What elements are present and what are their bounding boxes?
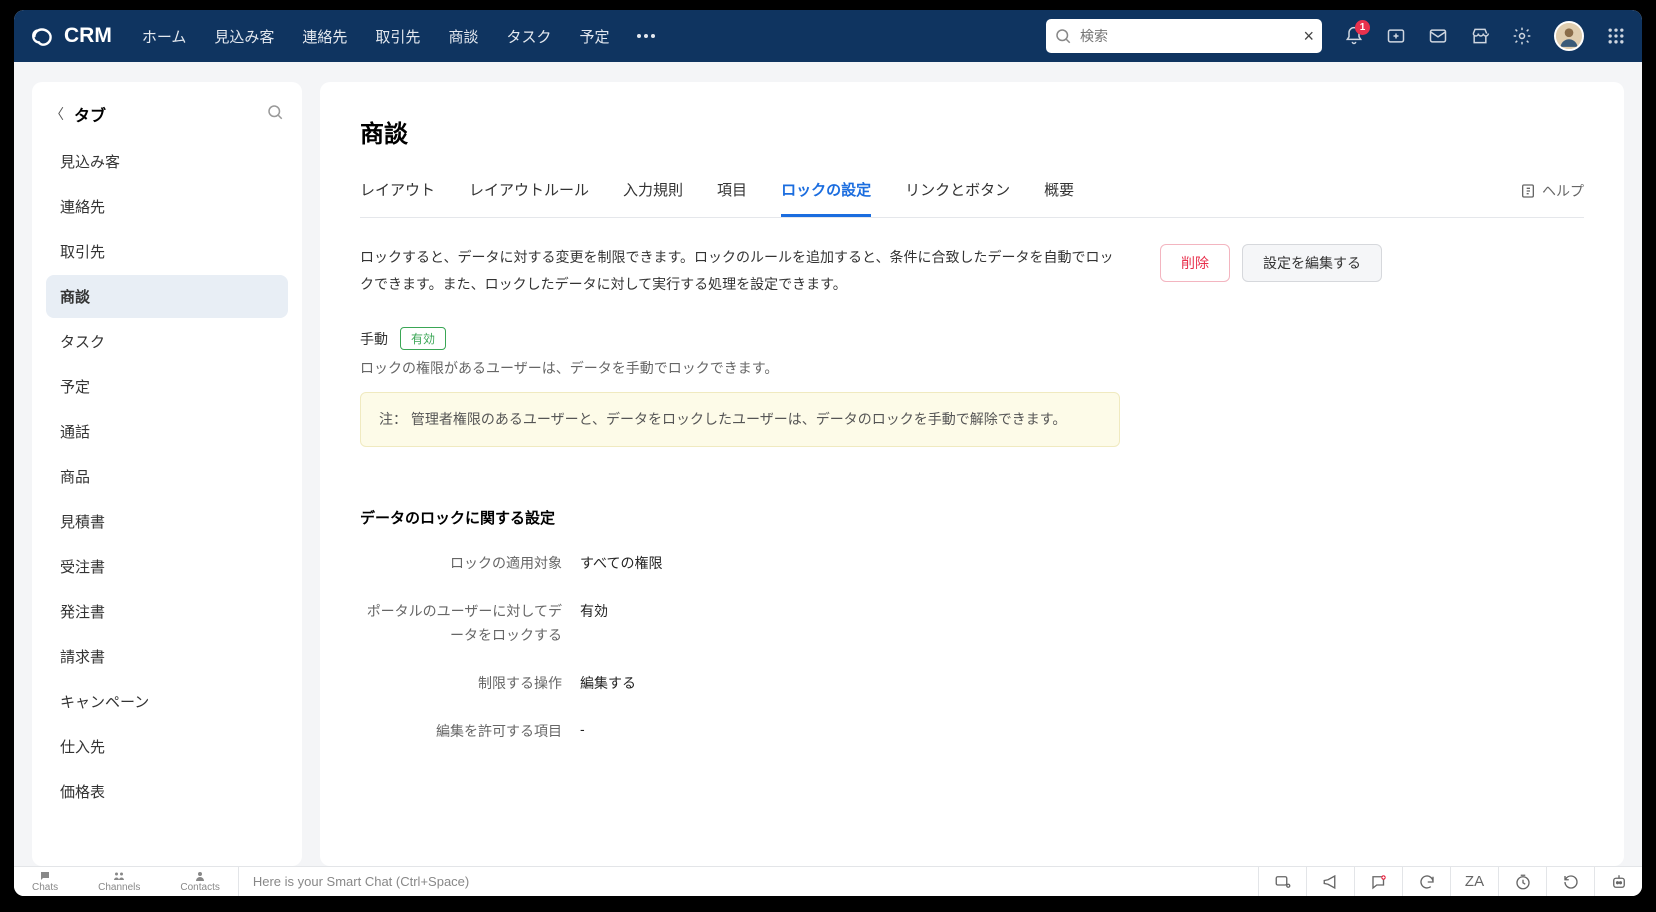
footer-history-icon[interactable] — [1546, 867, 1594, 896]
footer-hint: Here is your Smart Chat (Ctrl+Space) — [239, 874, 469, 889]
footer-megaphone-icon[interactable] — [1306, 867, 1354, 896]
tab[interactable]: レイアウト — [360, 179, 435, 217]
setting-row: 制限する操作編集する — [360, 672, 1584, 696]
main-nav: ホーム 見込み客 連絡先 取引先 商談 タスク 予定 — [142, 26, 656, 47]
gear-icon[interactable] — [1512, 26, 1532, 46]
setting-value: - — [580, 720, 585, 737]
nav-events[interactable]: 予定 — [579, 26, 609, 47]
search-clear-icon[interactable]: × — [1303, 26, 1314, 47]
setting-value: 編集する — [580, 672, 636, 693]
app-logo[interactable]: CRM — [30, 23, 112, 49]
setting-label: 制限する操作 — [360, 672, 580, 696]
sidebar-item[interactable]: キャンペーン — [46, 680, 288, 723]
sidebar-item[interactable]: 価格表 — [46, 770, 288, 813]
sidebar-item[interactable]: 請求書 — [46, 635, 288, 678]
footer-chat-icon[interactable] — [1258, 867, 1306, 896]
help-link[interactable]: ヘルプ — [1520, 181, 1584, 215]
footer-bot-icon[interactable] — [1594, 867, 1642, 896]
plus-box-icon[interactable] — [1386, 26, 1406, 46]
topbar: CRM ホーム 見込み客 連絡先 取引先 商談 タスク 予定 × 1 — [14, 10, 1642, 62]
footer-contacts[interactable]: Contacts — [180, 870, 219, 893]
apps-grid-icon[interactable] — [1606, 26, 1626, 46]
sidebar-item[interactable]: 見込み客 — [46, 140, 288, 183]
setting-label: ポータルのユーザーに対してデータをロックする — [360, 600, 580, 648]
tab[interactable]: 入力規則 — [623, 179, 683, 217]
sidebar-item[interactable]: 仕入先 — [46, 725, 288, 768]
sidebar-item[interactable]: 通話 — [46, 410, 288, 453]
nav-deals[interactable]: 商談 — [448, 26, 478, 47]
footer-handwrite-icon[interactable]: ZA — [1450, 867, 1498, 896]
tab[interactable]: ロックの設定 — [781, 179, 871, 217]
nav-tasks[interactable]: タスク — [506, 26, 551, 47]
setting-label: ロックの適用対象 — [360, 552, 580, 576]
edit-settings-button[interactable]: 設定を編集する — [1242, 244, 1382, 282]
store-icon[interactable] — [1470, 26, 1490, 46]
settings-title: データのロックに関する設定 — [360, 507, 1584, 528]
sidebar-search-icon[interactable] — [266, 103, 284, 126]
sidebar-item[interactable]: 予定 — [46, 365, 288, 408]
intro-text: ロックすると、データに対する変更を制限できます。ロックのルールを追加すると、条件… — [360, 244, 1120, 297]
sidebar-item[interactable]: 連絡先 — [46, 185, 288, 228]
global-search[interactable]: × — [1046, 19, 1322, 53]
tab[interactable]: 項目 — [717, 179, 747, 217]
note-box: 注： 管理者権限のあるユーザーと、データをロックしたユーザーは、データのロックを… — [360, 392, 1120, 447]
sidebar-title: タブ — [74, 102, 256, 126]
nav-more[interactable] — [637, 34, 655, 38]
notification-badge: 1 — [1355, 20, 1370, 35]
sidebar-back-icon[interactable]: 〈 — [50, 104, 64, 124]
setting-value: すべての権限 — [580, 552, 662, 573]
search-input[interactable] — [1072, 28, 1303, 44]
setting-label: 編集を許可する項目 — [360, 720, 580, 744]
status-badge: 有効 — [400, 327, 446, 350]
setting-value: 有効 — [580, 600, 608, 621]
nav-accounts[interactable]: 取引先 — [375, 26, 420, 47]
sidebar-item[interactable]: 商談 — [46, 275, 288, 318]
sidebar-item[interactable]: 見積書 — [46, 500, 288, 543]
sidebar-item[interactable]: 商品 — [46, 455, 288, 498]
footer-channels[interactable]: Channels — [98, 870, 140, 893]
sidebar-item[interactable]: タスク — [46, 320, 288, 363]
setting-row: 編集を許可する項目- — [360, 720, 1584, 744]
delete-button[interactable]: 削除 — [1160, 244, 1230, 282]
tab[interactable]: 概要 — [1044, 179, 1074, 217]
nav-contacts[interactable]: 連絡先 — [302, 26, 347, 47]
footer-chats[interactable]: Chats — [32, 870, 58, 893]
sidebar-item[interactable]: 発注書 — [46, 590, 288, 633]
footer: Chats Channels Contacts Here is your Sma… — [14, 866, 1642, 896]
footer-clock-icon[interactable] — [1498, 867, 1546, 896]
nav-leads[interactable]: 見込み客 — [214, 26, 274, 47]
setting-row: ロックの適用対象すべての権限 — [360, 552, 1584, 576]
sidebar-item[interactable]: 受注書 — [46, 545, 288, 588]
app-name: CRM — [64, 24, 112, 48]
tab[interactable]: リンクとボタン — [905, 179, 1010, 217]
sidebar-item[interactable]: 取引先 — [46, 230, 288, 273]
sidebar: 〈 タブ 見込み客連絡先取引先商談タスク予定通話商品見積書受注書発注書請求書キャ… — [32, 82, 302, 866]
page-title: 商談 — [360, 114, 1584, 149]
mail-icon[interactable] — [1428, 26, 1448, 46]
nav-home[interactable]: ホーム — [142, 26, 187, 47]
tabs: レイアウトレイアウトルール入力規則項目ロックの設定リンクとボタン概要 ヘルプ — [360, 179, 1584, 218]
search-icon — [1054, 27, 1072, 45]
bell-icon[interactable]: 1 — [1344, 26, 1364, 46]
manual-label: 手動 — [360, 329, 388, 349]
tab[interactable]: レイアウトルール — [469, 179, 589, 217]
setting-row: ポータルのユーザーに対してデータをロックする有効 — [360, 600, 1584, 648]
avatar[interactable] — [1554, 21, 1584, 51]
main-content: 商談 レイアウトレイアウトルール入力規則項目ロックの設定リンクとボタン概要 ヘル… — [320, 82, 1624, 866]
footer-refresh-icon[interactable] — [1402, 867, 1450, 896]
manual-desc: ロックの権限があるユーザーは、データを手動でロックできます。 — [360, 358, 1584, 378]
footer-message-plus-icon[interactable] — [1354, 867, 1402, 896]
